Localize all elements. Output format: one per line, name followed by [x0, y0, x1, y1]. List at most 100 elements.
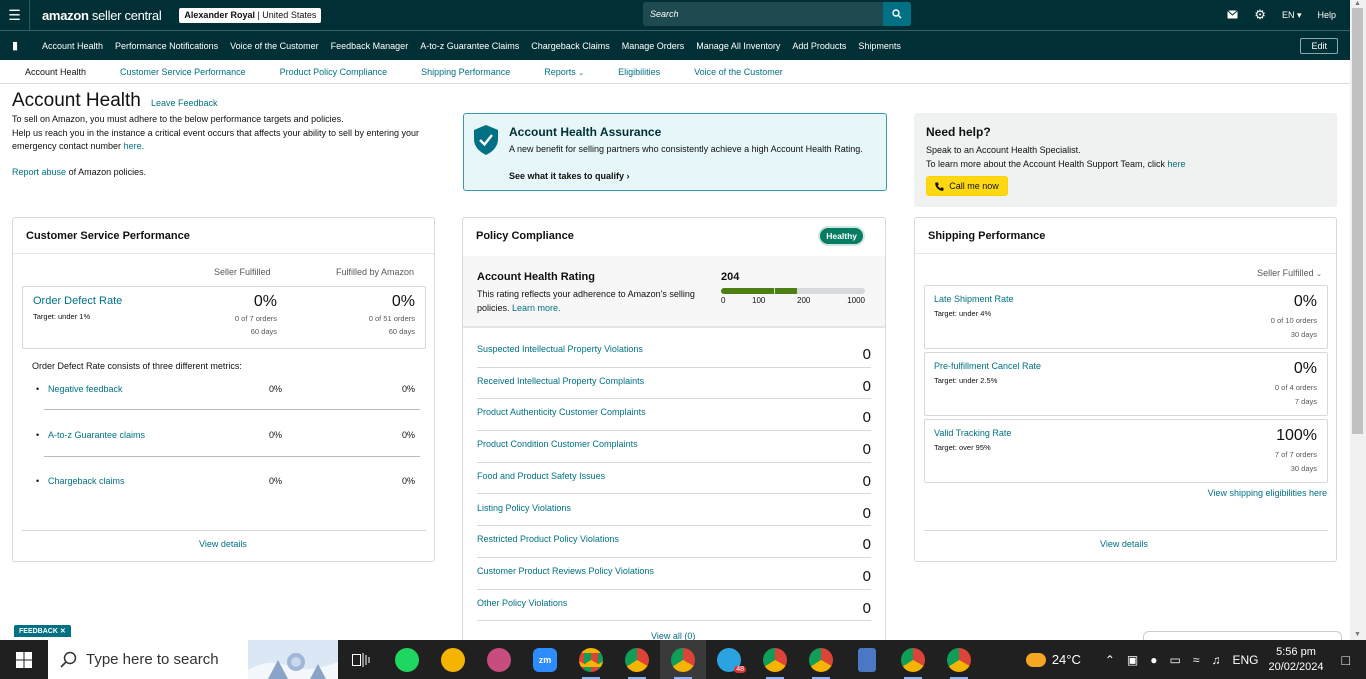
- notification-badge: 48: [734, 666, 746, 673]
- chargeback-claims-link[interactable]: Chargeback claims: [48, 476, 125, 486]
- fulfillment-filter-dropdown[interactable]: Seller Fulfilled ⌄: [1257, 268, 1322, 278]
- status-badge: Healthy: [818, 226, 865, 246]
- zoom-icon[interactable]: zm: [522, 640, 568, 679]
- odr-fba-value: 0%: [391, 293, 415, 310]
- mail-icon[interactable]: [1227, 9, 1239, 21]
- tab-account-health[interactable]: Account Health: [25, 67, 86, 77]
- search-input[interactable]: Search: [643, 2, 883, 26]
- vertical-scrollbar[interactable]: ▲ ▼: [1350, 0, 1366, 640]
- chrome-icon[interactable]: [568, 640, 614, 679]
- chrome-icon[interactable]: [936, 640, 982, 679]
- search-bar[interactable]: Search: [643, 2, 911, 26]
- atoz-claims-link[interactable]: A-to-z Guarantee claims: [48, 430, 145, 440]
- csp-view-details-link[interactable]: View details: [199, 539, 247, 549]
- nav-item-performance-notifications[interactable]: Performance Notifications: [115, 41, 218, 51]
- valid-tracking-rate-link[interactable]: Valid Tracking Rate: [934, 428, 1011, 438]
- support-team-link[interactable]: here: [1167, 159, 1185, 169]
- task-view-icon[interactable]: [338, 640, 384, 679]
- chrome-icon[interactable]: [752, 640, 798, 679]
- clock[interactable]: 5:56 pm 20/02/2024: [1268, 645, 1323, 675]
- search-icon[interactable]: [883, 2, 911, 26]
- battery-icon[interactable]: ▭: [1170, 653, 1181, 667]
- windows-start-icon[interactable]: [0, 640, 48, 679]
- leave-feedback-link[interactable]: Leave Feedback: [151, 98, 218, 108]
- temperature[interactable]: 24°C: [1052, 652, 1081, 667]
- scroll-thumb[interactable]: [1352, 8, 1363, 434]
- nav-item-manage-orders[interactable]: Manage Orders: [622, 41, 685, 51]
- cancel-rate-link[interactable]: Pre-fulfillment Cancel Rate: [934, 361, 1041, 371]
- nav-item-chargeback-claims[interactable]: Chargeback Claims: [531, 41, 610, 51]
- nav-item-manage-inventory[interactable]: Manage All Inventory: [696, 41, 780, 51]
- tab-product-policy[interactable]: Product Policy Compliance: [280, 67, 388, 77]
- notifications-icon[interactable]: □: [1342, 652, 1350, 668]
- volume-icon[interactable]: ♫: [1211, 653, 1220, 667]
- app-icon[interactable]: [476, 640, 522, 679]
- scroll-up-icon[interactable]: ▲: [1354, 0, 1361, 7]
- divider: [22, 530, 426, 531]
- card-title: Shipping Performance: [928, 230, 1046, 242]
- col-fba: Fulfilled by Amazon: [336, 267, 415, 277]
- phone-icon: [935, 182, 944, 191]
- calculator-icon[interactable]: [844, 640, 890, 679]
- account-switcher[interactable]: Alexander Royal | United States: [179, 7, 322, 23]
- policy-row: Received Intellectual Property Complaint…: [477, 368, 871, 400]
- mic-icon[interactable]: ●: [1150, 653, 1157, 667]
- nav-item-atoz-claims[interactable]: A-to-z Guarantee Claims: [420, 41, 519, 51]
- chrome-icon[interactable]: [890, 640, 936, 679]
- chrome-icon[interactable]: [614, 640, 660, 679]
- shipping-view-details-link[interactable]: View details: [1100, 539, 1148, 549]
- shipping-performance-card: Shipping Performance Seller Fulfilled ⌄ …: [914, 217, 1337, 562]
- nav-item-account-health[interactable]: Account Health: [42, 41, 103, 51]
- nav-item-shipments[interactable]: Shipments: [858, 41, 901, 51]
- policy-row: Other Policy Violations 0: [477, 590, 871, 622]
- emergency-contact-link[interactable]: here.: [124, 141, 145, 151]
- need-help-title: Need help?: [926, 125, 991, 139]
- tab-reports[interactable]: Reports ⌄: [544, 67, 584, 77]
- wifi-icon[interactable]: ≈: [1193, 653, 1200, 667]
- tab-shipping[interactable]: Shipping Performance: [421, 67, 510, 77]
- feedback-tab[interactable]: FEEDBACK ✕: [14, 625, 71, 637]
- tab-voice-of-customer[interactable]: Voice of the Customer: [694, 67, 783, 77]
- order-defect-rate-link[interactable]: Order Defect Rate: [33, 295, 122, 307]
- ahr-progress-bar: [721, 288, 865, 294]
- nav-item-feedback-manager[interactable]: Feedback Manager: [331, 41, 409, 51]
- help-link[interactable]: Help: [1317, 10, 1336, 20]
- negative-feedback-link[interactable]: Negative feedback: [48, 384, 123, 394]
- telegram-icon[interactable]: 48: [706, 640, 752, 679]
- order-defect-rate-box: Order Defect Rate Target: under 1% 0% 0 …: [22, 286, 426, 349]
- menu-icon[interactable]: ☰: [0, 0, 30, 30]
- odr-target: Target: under 1%: [33, 312, 91, 321]
- spotify-icon[interactable]: [384, 640, 430, 679]
- gear-icon[interactable]: ⚙: [1254, 7, 1266, 23]
- report-abuse-link[interactable]: Report abuse: [12, 167, 66, 177]
- scroll-down-icon[interactable]: ▼: [1354, 631, 1361, 638]
- learn-more-link[interactable]: Learn more.: [512, 303, 561, 313]
- qualify-link[interactable]: See what it takes to qualify ›: [509, 171, 630, 181]
- input-language[interactable]: ENG: [1232, 653, 1258, 667]
- windows-taskbar: Type here to search zm 48 24°C ⌃ ▣ ● ▭ ≈…: [0, 640, 1366, 679]
- nav-item-voice-of-customer[interactable]: Voice of the Customer: [230, 41, 319, 51]
- nav-item-add-products[interactable]: Add Products: [792, 41, 846, 51]
- language-selector[interactable]: EN ▾: [1282, 10, 1302, 21]
- logo[interactable]: amazon seller central: [42, 8, 162, 23]
- shipping-eligibilities-link[interactable]: View shipping eligibilities here: [1208, 488, 1327, 498]
- game-icon[interactable]: [430, 640, 476, 679]
- subnav: Account Health Customer Service Performa…: [0, 60, 1350, 84]
- late-shipment-rate-link[interactable]: Late Shipment Rate: [934, 294, 1014, 304]
- divider: [44, 456, 420, 457]
- ahr-title: Account Health Rating: [477, 271, 595, 283]
- bookmark-icon[interactable]: ▮: [0, 39, 30, 52]
- tab-eligibilities[interactable]: Eligibilities: [618, 67, 660, 77]
- tab-customer-service[interactable]: Customer Service Performance: [120, 67, 246, 77]
- chrome-icon[interactable]: [798, 640, 844, 679]
- search-icon: [60, 651, 77, 668]
- weather-icon[interactable]: [1025, 652, 1046, 667]
- close-icon[interactable]: ✕: [60, 628, 66, 635]
- chrome-icon[interactable]: [660, 640, 706, 679]
- taskbar-search-input[interactable]: Type here to search: [48, 640, 338, 679]
- meet-icon[interactable]: ▣: [1127, 653, 1138, 667]
- policy-row: Product Condition Customer Complaints 0: [477, 431, 871, 463]
- tray-chevron-icon[interactable]: ⌃: [1105, 653, 1115, 667]
- call-me-now-button[interactable]: Call me now: [926, 176, 1008, 196]
- edit-button[interactable]: Edit: [1300, 38, 1338, 54]
